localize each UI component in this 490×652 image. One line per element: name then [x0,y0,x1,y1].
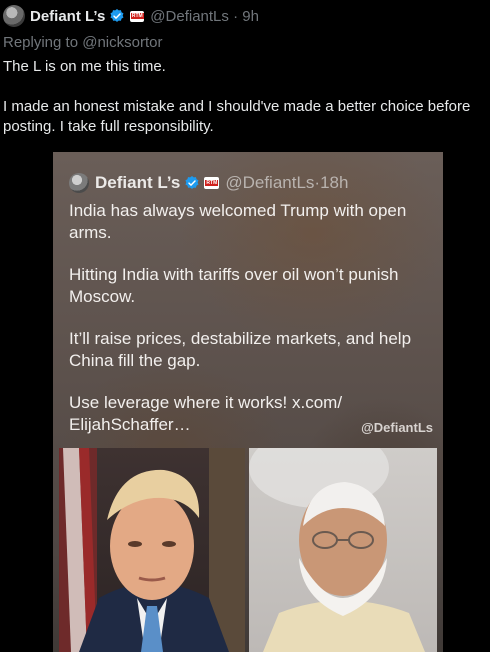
quoted-paragraph: Hitting India with tariffs over oil won’… [69,265,399,306]
quoted-paragraph: India has always welcomed Trump with ope… [69,201,407,242]
affiliate-badge-icon: RTM [204,177,220,189]
tweet-media-image[interactable]: Defiant L’s RTM @DefiantLs·18h India has… [53,152,443,652]
quoted-avatar [69,173,89,193]
verified-badge-icon [110,9,124,22]
quoted-author-handle: @DefiantLs·18h [225,173,349,192]
verified-badge-icon [185,176,199,189]
author-name[interactable]: Defiant L’s [30,8,105,25]
replying-to: Replying to @nicksortor [3,34,163,51]
portrait-right [249,448,437,652]
tweet-text: The L is on me this time. I made an hone… [3,57,487,137]
quoted-paragraph: It’ll raise prices, destabilize markets,… [69,329,412,370]
author-handle[interactable]: @DefiantLs · 9h [150,8,259,25]
portrait-left [59,448,245,652]
quoted-header: Defiant L’s RTM @DefiantLs·18h [69,172,348,194]
affiliate-badge-icon[interactable]: RTM [130,10,145,22]
quoted-text: India has always welcomed Trump with ope… [69,200,429,436]
replying-to-handle[interactable]: @nicksortor [82,34,162,51]
quoted-author-name: Defiant L’s [95,173,181,192]
watermark: @DefiantLs [361,420,433,435]
tweet-header: Defiant L’s RTM @DefiantLs · 9h [3,5,259,27]
tweet-line: The L is on me this time. [3,58,166,75]
avatar[interactable] [3,5,25,27]
tweet-line: I made an honest mistake and I should've… [3,98,471,135]
